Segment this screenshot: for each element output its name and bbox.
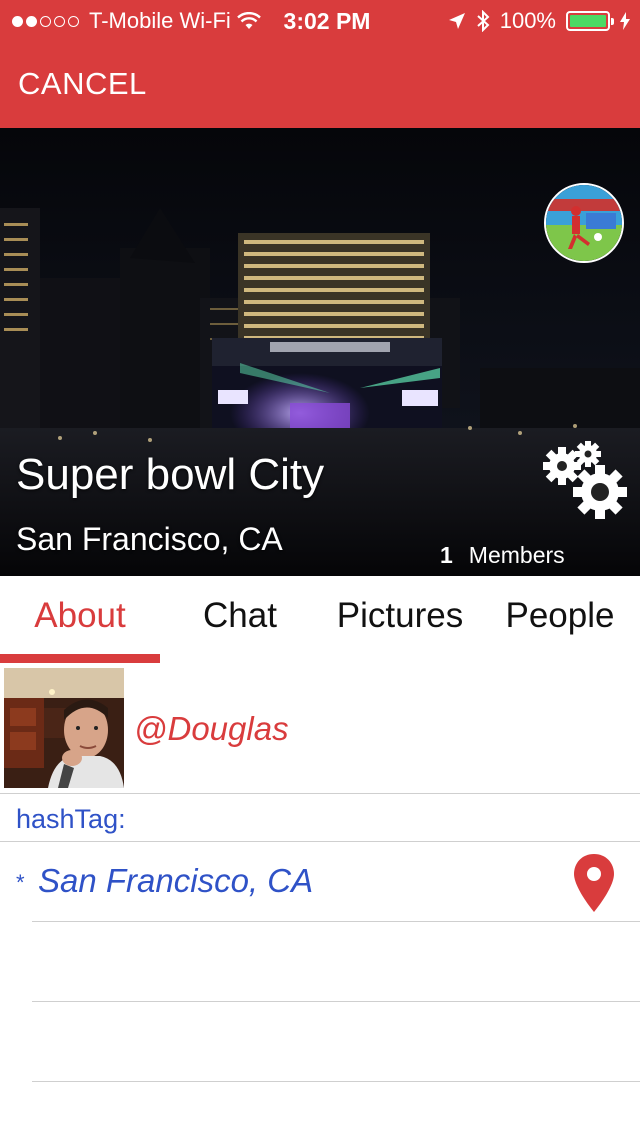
- top-bar: T-Mobile Wi-Fi 3:02 PM 100% CANCEL: [0, 0, 640, 128]
- cancel-button[interactable]: CANCEL: [18, 66, 147, 102]
- bluetooth-icon: [477, 10, 490, 32]
- charging-bolt-icon: [620, 12, 630, 30]
- location-arrow-icon: [448, 13, 465, 29]
- status-right: 100%: [448, 8, 630, 34]
- group-title: Super bowl City: [16, 450, 325, 499]
- location-row[interactable]: * San Francisco, CA: [0, 842, 640, 921]
- group-tabs: About Chat Pictures People: [0, 576, 640, 664]
- creator-row: @Douglas: [0, 664, 640, 794]
- group-cover-image: Super bowl City San Francisco, CA 1 Memb…: [0, 128, 640, 576]
- creator-username[interactable]: @Douglas: [134, 710, 289, 748]
- tab-about[interactable]: About: [0, 576, 160, 664]
- user-photo: [4, 668, 124, 788]
- status-bar: T-Mobile Wi-Fi 3:02 PM 100%: [0, 0, 640, 40]
- members-count-value: 1: [440, 542, 453, 568]
- members-label: Members: [468, 542, 565, 568]
- gears-icon[interactable]: [540, 440, 630, 524]
- active-tab-indicator: [0, 654, 160, 663]
- group-location: San Francisco, CA: [16, 521, 283, 557]
- divider: [32, 1001, 640, 1002]
- location-name: San Francisco, CA: [38, 862, 314, 899]
- location-marker: *: [16, 870, 25, 895]
- tab-people[interactable]: People: [480, 576, 640, 664]
- tab-pictures[interactable]: Pictures: [320, 576, 480, 664]
- group-category-badge[interactable]: [544, 183, 624, 263]
- battery-percent: 100%: [499, 8, 556, 33]
- members-count[interactable]: 1 Members: [440, 542, 565, 569]
- hashtag-label: hashTag:: [16, 804, 126, 834]
- divider: [32, 921, 640, 922]
- battery-icon: [566, 11, 614, 31]
- divider: [32, 1081, 640, 1082]
- avatar[interactable]: [4, 668, 124, 788]
- map-pin-icon[interactable]: [572, 852, 616, 914]
- tab-chat[interactable]: Chat: [160, 576, 320, 664]
